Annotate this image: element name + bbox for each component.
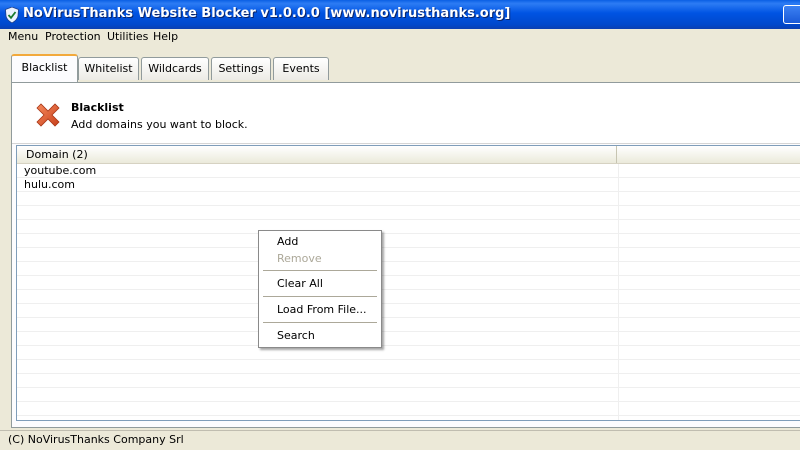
shield-icon <box>5 7 19 23</box>
menu-protection[interactable]: Protection <box>44 30 102 43</box>
panel-header: Blacklist Add domains you want to block. <box>12 83 800 144</box>
status-bar: (C) NoVirusThanks Company Srl <box>0 430 800 450</box>
menu-menu[interactable]: Menu <box>7 30 39 43</box>
list-item[interactable]: youtube.com <box>17 164 617 178</box>
list-item[interactable]: hulu.com <box>17 178 617 192</box>
column-domain[interactable]: Domain (2) <box>17 146 617 163</box>
status-text: (C) NoVirusThanks Company Srl <box>8 433 184 446</box>
menu-separator <box>263 270 377 271</box>
menu-bar: Menu Protection Utilities Help <box>0 29 800 47</box>
menu-help[interactable]: Help <box>152 30 179 43</box>
menu-separator <box>263 296 377 297</box>
window-title: NoVirusThanks Website Blocker v1.0.0.0 [… <box>23 6 511 21</box>
menu-item-search[interactable]: Search <box>261 327 379 344</box>
list-body[interactable]: youtube.com hulu.com <box>17 164 800 420</box>
menu-item-remove: Remove <box>277 252 322 265</box>
domain-list[interactable]: Domain (2) youtube.com hulu.com <box>16 145 800 421</box>
menu-item-clear-all[interactable]: Clear All <box>261 275 379 292</box>
title-bar[interactable]: NoVirusThanks Website Blocker v1.0.0.0 [… <box>0 0 800 29</box>
column-divider <box>618 164 619 420</box>
menu-separator <box>263 322 377 323</box>
context-menu: Add Remove Clear All Load From File... S… <box>258 230 382 348</box>
tab-wildcards[interactable]: Wildcards <box>141 57 209 80</box>
list-header: Domain (2) <box>17 146 800 164</box>
menu-item-add[interactable]: Add <box>261 233 379 250</box>
tab-events[interactable]: Events <box>273 57 329 80</box>
menu-utilities[interactable]: Utilities <box>106 30 149 43</box>
panel-title: Blacklist <box>71 101 124 114</box>
tab-whitelist[interactable]: Whitelist <box>78 57 139 80</box>
blacklist-panel: Blacklist Add domains you want to block.… <box>11 82 800 428</box>
red-x-icon <box>36 103 60 127</box>
tab-settings[interactable]: Settings <box>211 57 271 80</box>
column-extra[interactable] <box>618 146 800 163</box>
panel-subtitle: Add domains you want to block. <box>71 118 248 131</box>
menu-item-load-from-file[interactable]: Load From File... <box>261 301 379 318</box>
tab-strip: Blacklist Whitelist Wildcards Settings E… <box>0 47 800 83</box>
minimize-button[interactable] <box>783 5 800 24</box>
tab-blacklist[interactable]: Blacklist <box>11 54 78 82</box>
